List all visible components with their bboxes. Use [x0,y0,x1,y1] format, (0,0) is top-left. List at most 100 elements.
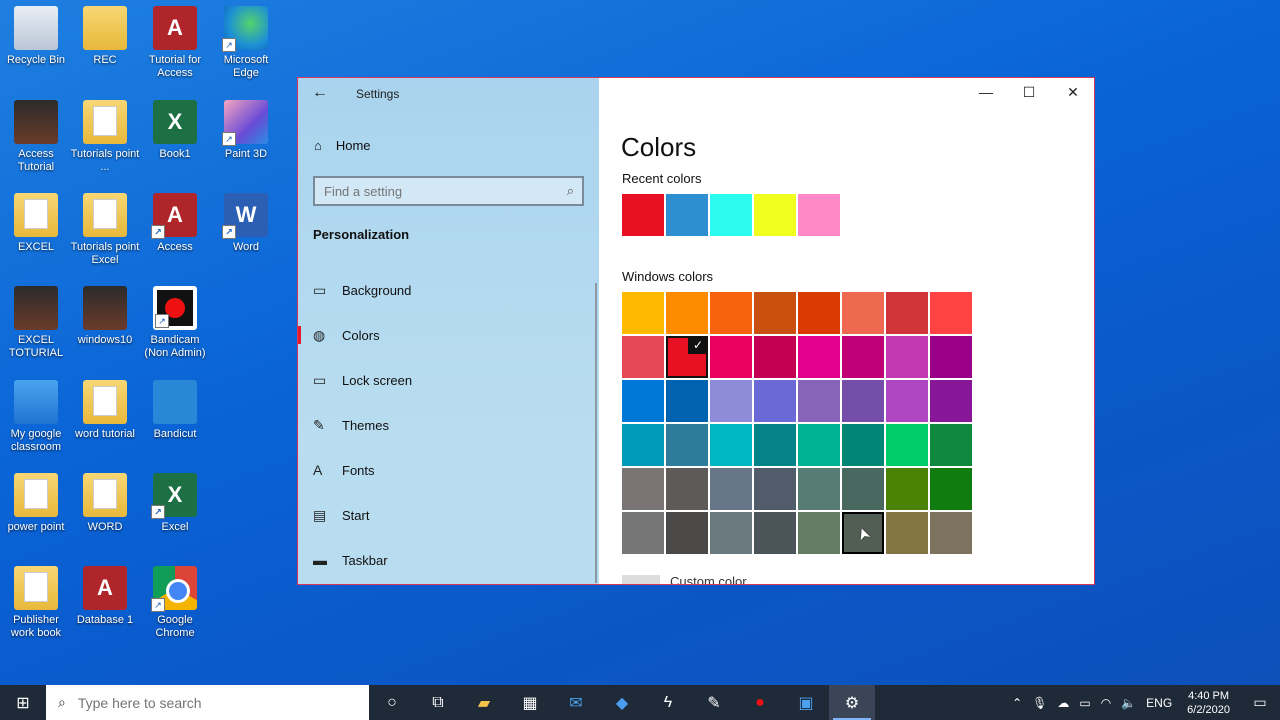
clock[interactable]: 4:40 PM 6/2/2020 [1177,689,1240,717]
sidebar-item-themes[interactable]: ✎ Themes [298,410,599,440]
desktop-icon-tutorials-point[interactable]: Tutorials point ... [69,100,141,174]
volume-icon[interactable]: 🔈 [1116,696,1141,710]
color-swatch[interactable] [666,292,708,334]
color-swatch[interactable] [798,468,840,510]
color-swatch[interactable] [622,380,664,422]
color-swatch[interactable] [798,292,840,334]
settings-taskbar-icon[interactable]: ⚙ [829,685,875,720]
desktop-icon-publisher-work-book[interactable]: Publisher work book [0,566,72,640]
cortana-icon[interactable]: ○ [369,685,415,720]
color-swatch[interactable] [622,424,664,466]
desktop-icon-word[interactable]: WWord [210,193,282,254]
search-icon[interactable]: ⌕ [567,183,574,199]
desktop-icon-tutorial-for-access[interactable]: A Tutorial for Access [139,6,211,80]
color-swatch[interactable] [754,336,796,378]
color-swatch[interactable] [754,512,796,554]
windows-start-icon[interactable]: ⊞ [0,685,46,720]
color-swatch[interactable] [754,424,796,466]
desktop-icon-excel[interactable]: XExcel [139,473,211,534]
color-swatch[interactable] [886,336,928,378]
recent-color-swatch[interactable] [622,194,664,236]
color-swatch[interactable] [842,468,884,510]
color-swatch[interactable] [710,380,752,422]
minimize-icon[interactable]: — [971,84,1001,100]
desktop-icon-bandicut[interactable]: Bandicut [139,380,211,441]
desktop-icon-tutorials-point-excel[interactable]: Tutorials point Excel [69,193,141,267]
desktop-icon-paint3d[interactable]: Paint 3D [210,100,282,161]
sidebar-item-fonts[interactable]: A Fonts [298,455,599,485]
taskbar-search[interactable]: ⌕ [46,685,369,720]
dropbox-icon[interactable]: ◆ [599,685,645,720]
maximize-icon[interactable]: ☐ [1014,84,1044,101]
desktop-icon-rec[interactable]: REC [69,6,141,67]
color-swatch[interactable] [622,336,664,378]
back-arrow-icon[interactable]: ← [312,84,328,102]
color-swatch[interactable] [666,512,708,554]
search-input[interactable] [315,178,582,204]
desktop-icon-power-point[interactable]: power point [0,473,72,534]
desktop-icon-chrome[interactable]: Google Chrome [139,566,211,640]
recent-color-swatch[interactable] [710,194,752,236]
color-swatch[interactable] [886,424,928,466]
tablet-app-icon[interactable]: ✎ [691,685,737,720]
color-swatch[interactable] [798,512,840,554]
color-swatch[interactable] [754,468,796,510]
bolt-app-icon[interactable]: ϟ [645,685,691,720]
recent-color-swatch[interactable] [798,194,840,236]
notification-icon[interactable]: ▭ [1240,694,1280,711]
color-swatch[interactable] [930,336,972,378]
color-swatch[interactable] [710,424,752,466]
chevron-up-icon[interactable]: ⌃ [1007,696,1027,710]
sidebar-item-lock-screen[interactable]: ▭ Lock screen [298,365,599,395]
recent-color-swatch[interactable] [666,194,708,236]
desktop-icon-windows10[interactable]: windows10 [69,286,141,347]
mail-icon[interactable]: ✉ [553,685,599,720]
color-swatch[interactable] [930,468,972,510]
color-swatch[interactable] [798,336,840,378]
color-swatch[interactable] [842,292,884,334]
bandicam-taskbar-icon[interactable]: ● [737,685,783,720]
desktop-icon-excel-folder[interactable]: EXCEL [0,193,72,254]
color-swatch[interactable] [842,336,884,378]
color-swatch[interactable] [666,468,708,510]
desktop-icon-edge[interactable]: Microsoft Edge [210,6,282,80]
color-swatch[interactable] [710,292,752,334]
color-swatch[interactable] [754,380,796,422]
language-indicator[interactable]: ENG [1141,696,1177,710]
color-swatch[interactable] [886,292,928,334]
desktop-icon-access-tutorial[interactable]: Access Tutorial [0,100,72,174]
color-swatch[interactable]: ➤ [842,512,884,554]
color-swatch[interactable] [798,380,840,422]
desktop-icon-book1[interactable]: X Book1 [139,100,211,161]
color-swatch[interactable] [710,512,752,554]
color-swatch[interactable] [666,424,708,466]
recent-color-swatch[interactable] [754,194,796,236]
color-swatch[interactable] [930,380,972,422]
color-swatch[interactable] [930,424,972,466]
desktop-icon-database1[interactable]: A Database 1 [69,566,141,627]
taskbar-search-input[interactable] [77,694,338,711]
sidebar-scrollbar[interactable] [595,283,597,583]
sidebar-item-colors[interactable]: ◍ Colors [298,320,599,350]
file-explorer-icon[interactable]: ▰ [461,685,507,720]
color-swatch[interactable] [710,468,752,510]
color-swatch[interactable] [622,292,664,334]
color-swatch[interactable] [842,424,884,466]
color-swatch[interactable] [798,424,840,466]
desktop-icon-bandicam[interactable]: Bandicam (Non Admin) [139,286,211,360]
color-swatch[interactable] [622,512,664,554]
microphone-icon[interactable]: 🎙 [1027,696,1052,710]
color-swatch[interactable] [886,468,928,510]
close-icon[interactable]: ✕ [1058,84,1088,101]
color-swatch[interactable] [886,380,928,422]
desktop-icon-recycle-bin[interactable]: Recycle Bin [0,6,72,67]
color-swatch[interactable] [886,512,928,554]
desktop-icon-access[interactable]: AAccess [139,193,211,254]
color-swatch[interactable]: ✓ [666,336,708,378]
color-swatch[interactable] [622,468,664,510]
color-swatch[interactable] [754,292,796,334]
onedrive-icon[interactable]: ☁ [1052,696,1074,710]
color-swatch[interactable] [930,292,972,334]
desktop-icon-excel-toturial[interactable]: EXCEL TOTURIAL [0,286,72,360]
bandicut-taskbar-icon[interactable]: ▣ [783,685,829,720]
